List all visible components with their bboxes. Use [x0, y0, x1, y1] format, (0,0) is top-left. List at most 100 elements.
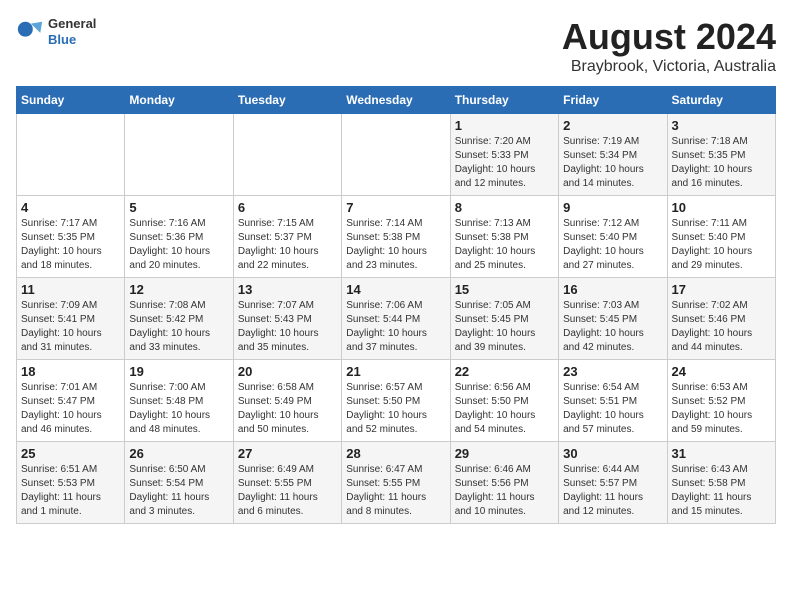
- day-info: Sunrise: 7:14 AM Sunset: 5:38 PM Dayligh…: [346, 217, 445, 273]
- day-info: Sunrise: 7:13 AM Sunset: 5:38 PM Dayligh…: [455, 217, 554, 273]
- day-number: 3: [672, 118, 771, 133]
- day-number: 22: [455, 364, 554, 379]
- day-number: 30: [563, 446, 662, 461]
- day-info: Sunrise: 7:12 AM Sunset: 5:40 PM Dayligh…: [563, 217, 662, 273]
- day-number: 20: [238, 364, 337, 379]
- calendar-body: 1Sunrise: 7:20 AM Sunset: 5:33 PM Daylig…: [17, 114, 776, 524]
- header-day-wednesday: Wednesday: [342, 87, 450, 114]
- calendar-cell: 5 Sunrise: 7:16 AM Sunset: 5:36 PM Daylig…: [125, 196, 233, 278]
- calendar-cell: 20 Sunrise: 6:58 AM Sunset: 5:49 PM Dayli…: [233, 360, 341, 442]
- day-number: 27: [238, 446, 337, 461]
- day-info: Sunrise: 7:17 AM Sunset: 5:35 PM Dayligh…: [21, 217, 120, 273]
- day-number: 13: [238, 282, 337, 297]
- calendar-cell: 31Sunrise: 6:43 AM Sunset: 5:58 PM Dayli…: [667, 442, 775, 524]
- calendar-cell: 6Sunrise: 7:15 AM Sunset: 5:37 PM Daylig…: [233, 196, 341, 278]
- calendar-cell: 26 Sunrise: 6:50 AM Sunset: 5:54 PM Dayli…: [125, 442, 233, 524]
- logo-general: General: [48, 16, 96, 32]
- day-info: Sunrise: 7:08 AM Sunset: 5:42 PM Dayligh…: [129, 299, 228, 355]
- calendar-cell: [342, 114, 450, 196]
- day-info: Sunrise: 7:16 AM Sunset: 5:36 PM Dayligh…: [129, 217, 228, 273]
- calendar-table: SundayMondayTuesdayWednesdayThursdayFrid…: [16, 86, 776, 524]
- day-info: Sunrise: 7:02 AM Sunset: 5:46 PM Dayligh…: [672, 299, 771, 355]
- day-info: Sunrise: 7:06 AM Sunset: 5:44 PM Dayligh…: [346, 299, 445, 355]
- day-info: Sunrise: 7:20 AM Sunset: 5:33 PM Dayligh…: [455, 135, 554, 191]
- day-info: Sunrise: 6:56 AM Sunset: 5:50 PM Dayligh…: [455, 381, 554, 437]
- day-info: Sunrise: 7:01 AM Sunset: 5:47 PM Dayligh…: [21, 381, 120, 437]
- day-info: Sunrise: 7:19 AM Sunset: 5:34 PM Dayligh…: [563, 135, 662, 191]
- calendar-cell: 30 Sunrise: 6:44 AM Sunset: 5:57 PM Dayli…: [559, 442, 667, 524]
- calendar-cell: 14 Sunrise: 7:06 AM Sunset: 5:44 PM Dayli…: [342, 278, 450, 360]
- calendar-cell: 15Sunrise: 7:05 AM Sunset: 5:45 PM Dayli…: [450, 278, 558, 360]
- day-number: 11: [21, 282, 120, 297]
- day-number: 25: [21, 446, 120, 461]
- page-subtitle: Braybrook, Victoria, Australia: [562, 58, 776, 76]
- day-info: Sunrise: 6:46 AM Sunset: 5:56 PM Dayligh…: [455, 463, 554, 519]
- day-number: 24: [672, 364, 771, 379]
- week-row-1: 4 Sunrise: 7:17 AM Sunset: 5:35 PM Daylig…: [17, 196, 776, 278]
- day-number: 6: [238, 200, 337, 215]
- calendar-cell: 23Sunrise: 6:54 AM Sunset: 5:51 PM Dayli…: [559, 360, 667, 442]
- day-info: Sunrise: 6:54 AM Sunset: 5:51 PM Dayligh…: [563, 381, 662, 437]
- week-row-0: 1Sunrise: 7:20 AM Sunset: 5:33 PM Daylig…: [17, 114, 776, 196]
- day-number: 16: [563, 282, 662, 297]
- header-day-sunday: Sunday: [17, 87, 125, 114]
- day-number: 8: [455, 200, 554, 215]
- day-number: 29: [455, 446, 554, 461]
- calendar-cell: 27 Sunrise: 6:49 AM Sunset: 5:55 PM Dayli…: [233, 442, 341, 524]
- day-number: 10: [672, 200, 771, 215]
- calendar-cell: [233, 114, 341, 196]
- day-number: 2: [563, 118, 662, 133]
- day-number: 17: [672, 282, 771, 297]
- day-info: Sunrise: 6:58 AM Sunset: 5:49 PM Dayligh…: [238, 381, 337, 437]
- calendar-cell: 7 Sunrise: 7:14 AM Sunset: 5:38 PM Daylig…: [342, 196, 450, 278]
- day-info: Sunrise: 6:51 AM Sunset: 5:53 PM Dayligh…: [21, 463, 120, 519]
- day-number: 12: [129, 282, 228, 297]
- day-number: 7: [346, 200, 445, 215]
- logo-text: General Blue: [48, 16, 96, 47]
- day-number: 4: [21, 200, 120, 215]
- day-number: 18: [21, 364, 120, 379]
- day-info: Sunrise: 6:50 AM Sunset: 5:54 PM Dayligh…: [129, 463, 228, 519]
- header-day-tuesday: Tuesday: [233, 87, 341, 114]
- day-number: 14: [346, 282, 445, 297]
- calendar-cell: 8 Sunrise: 7:13 AM Sunset: 5:38 PM Daylig…: [450, 196, 558, 278]
- day-info: Sunrise: 7:05 AM Sunset: 5:45 PM Dayligh…: [455, 299, 554, 355]
- calendar-cell: 2 Sunrise: 7:19 AM Sunset: 5:34 PM Daylig…: [559, 114, 667, 196]
- calendar-cell: [125, 114, 233, 196]
- day-info: Sunrise: 7:03 AM Sunset: 5:45 PM Dayligh…: [563, 299, 662, 355]
- day-number: 19: [129, 364, 228, 379]
- day-number: 26: [129, 446, 228, 461]
- day-info: Sunrise: 6:53 AM Sunset: 5:52 PM Dayligh…: [672, 381, 771, 437]
- day-info: Sunrise: 7:00 AM Sunset: 5:48 PM Dayligh…: [129, 381, 228, 437]
- week-row-3: 18 Sunrise: 7:01 AM Sunset: 5:47 PM Dayli…: [17, 360, 776, 442]
- calendar-cell: 29 Sunrise: 6:46 AM Sunset: 5:56 PM Dayli…: [450, 442, 558, 524]
- calendar-cell: 9 Sunrise: 7:12 AM Sunset: 5:40 PM Daylig…: [559, 196, 667, 278]
- day-info: Sunrise: 6:57 AM Sunset: 5:50 PM Dayligh…: [346, 381, 445, 437]
- week-row-4: 25 Sunrise: 6:51 AM Sunset: 5:53 PM Dayli…: [17, 442, 776, 524]
- calendar-cell: 18 Sunrise: 7:01 AM Sunset: 5:47 PM Dayli…: [17, 360, 125, 442]
- day-info: Sunrise: 7:18 AM Sunset: 5:35 PM Dayligh…: [672, 135, 771, 191]
- day-number: 9: [563, 200, 662, 215]
- day-number: 5: [129, 200, 228, 215]
- calendar-cell: 28Sunrise: 6:47 AM Sunset: 5:55 PM Dayli…: [342, 442, 450, 524]
- day-info: Sunrise: 6:49 AM Sunset: 5:55 PM Dayligh…: [238, 463, 337, 519]
- calendar-cell: [17, 114, 125, 196]
- header-day-monday: Monday: [125, 87, 233, 114]
- calendar-cell: 19 Sunrise: 7:00 AM Sunset: 5:48 PM Dayli…: [125, 360, 233, 442]
- day-info: Sunrise: 6:44 AM Sunset: 5:57 PM Dayligh…: [563, 463, 662, 519]
- day-number: 31: [672, 446, 771, 461]
- calendar-cell: 10 Sunrise: 7:11 AM Sunset: 5:40 PM Dayli…: [667, 196, 775, 278]
- week-row-2: 11Sunrise: 7:09 AM Sunset: 5:41 PM Dayli…: [17, 278, 776, 360]
- calendar-cell: 3 Sunrise: 7:18 AM Sunset: 5:35 PM Daylig…: [667, 114, 775, 196]
- calendar-cell: 21 Sunrise: 6:57 AM Sunset: 5:50 PM Dayli…: [342, 360, 450, 442]
- day-number: 21: [346, 364, 445, 379]
- day-info: Sunrise: 6:47 AM Sunset: 5:55 PM Dayligh…: [346, 463, 445, 519]
- calendar-cell: 25 Sunrise: 6:51 AM Sunset: 5:53 PM Dayli…: [17, 442, 125, 524]
- logo: General Blue: [16, 16, 96, 47]
- header-day-friday: Friday: [559, 87, 667, 114]
- header-day-saturday: Saturday: [667, 87, 775, 114]
- day-info: Sunrise: 7:11 AM Sunset: 5:40 PM Dayligh…: [672, 217, 771, 273]
- calendar-header: SundayMondayTuesdayWednesdayThursdayFrid…: [17, 87, 776, 114]
- calendar-cell: 24 Sunrise: 6:53 AM Sunset: 5:52 PM Dayli…: [667, 360, 775, 442]
- calendar-cell: 12 Sunrise: 7:08 AM Sunset: 5:42 PM Dayli…: [125, 278, 233, 360]
